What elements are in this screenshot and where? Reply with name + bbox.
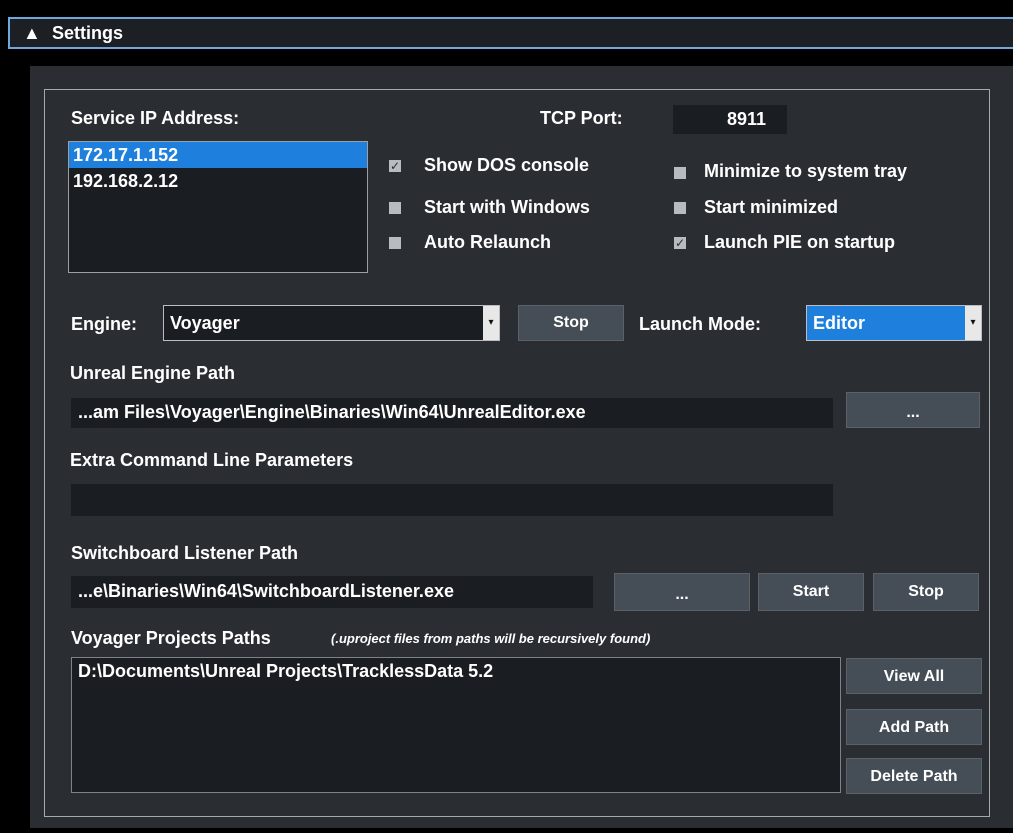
start-with-windows-checkbox[interactable] <box>389 202 401 214</box>
listener-stop-button[interactable]: Stop <box>873 573 979 611</box>
engine-label: Engine: <box>71 314 137 334</box>
start-with-windows-label: Start with Windows <box>424 197 590 217</box>
launch-pie-checkbox[interactable]: ✓ <box>674 237 686 249</box>
service-ip-list[interactable]: 172.17.1.152 192.168.2.12 <box>68 141 368 273</box>
engine-selected-value: Voyager <box>170 313 240 333</box>
add-path-button[interactable]: Add Path <box>846 709 982 745</box>
launch-pie-label: Launch PIE on startup <box>704 232 896 252</box>
window-frame: ▲ Settings Service IP Address: 172.17.1.… <box>0 0 1013 833</box>
show-dos-console-checkbox[interactable]: ✓ <box>389 160 401 172</box>
launch-mode-selected-value: Editor <box>813 313 865 333</box>
settings-header[interactable]: ▲ Settings <box>8 17 1013 49</box>
view-all-button[interactable]: View All <box>846 658 982 694</box>
start-minimized-label: Start minimized <box>704 197 839 217</box>
extra-params-input[interactable] <box>71 484 833 516</box>
minimize-to-tray-label: Minimize to system tray <box>704 161 908 181</box>
extra-params-label: Extra Command Line Parameters <box>70 450 354 470</box>
projects-paths-list[interactable]: D:\Documents\Unreal Projects\TracklessDa… <box>71 657 841 793</box>
project-path-item[interactable]: D:\Documents\Unreal Projects\TracklessDa… <box>72 658 840 684</box>
dropdown-arrow-icon[interactable]: ▾ <box>965 306 981 340</box>
launch-mode-label: Launch Mode: <box>639 314 761 334</box>
engine-stop-button[interactable]: Stop <box>518 305 624 341</box>
delete-path-button[interactable]: Delete Path <box>846 758 982 794</box>
settings-title: Settings <box>52 23 124 43</box>
collapse-triangle-icon[interactable]: ▲ <box>23 23 41 43</box>
tcp-port-label: TCP Port: <box>540 108 623 128</box>
projects-paths-label: Voyager Projects Paths <box>71 628 271 648</box>
unreal-path-browse-button[interactable]: ... <box>846 392 980 428</box>
unreal-engine-path-label: Unreal Engine Path <box>70 363 236 383</box>
auto-relaunch-checkbox[interactable] <box>389 237 401 249</box>
launch-mode-select[interactable]: Editor ▾ <box>806 305 982 341</box>
listener-path-input[interactable]: ...e\Binaries\Win64\SwitchboardListener.… <box>71 576 593 608</box>
projects-paths-note: (.uproject files from paths will be recu… <box>331 631 651 646</box>
listener-start-button[interactable]: Start <box>758 573 864 611</box>
service-ip-item[interactable]: 172.17.1.152 <box>69 142 367 168</box>
engine-select[interactable]: Voyager ▾ <box>163 305 500 341</box>
auto-relaunch-label: Auto Relaunch <box>424 232 552 252</box>
show-dos-console-label: Show DOS console <box>424 155 590 175</box>
dropdown-arrow-icon[interactable]: ▾ <box>483 306 499 340</box>
listener-browse-button[interactable]: ... <box>614 573 750 611</box>
minimize-to-tray-checkbox[interactable] <box>674 167 686 179</box>
start-minimized-checkbox[interactable] <box>674 202 686 214</box>
unreal-engine-path-input[interactable]: ...am Files\Voyager\Engine\Binaries\Win6… <box>71 398 833 428</box>
tcp-port-input[interactable]: 8911 <box>673 105 787 134</box>
listener-path-label: Switchboard Listener Path <box>71 543 299 563</box>
service-ip-item[interactable]: 192.168.2.12 <box>69 168 367 194</box>
service-ip-label: Service IP Address: <box>71 108 240 128</box>
